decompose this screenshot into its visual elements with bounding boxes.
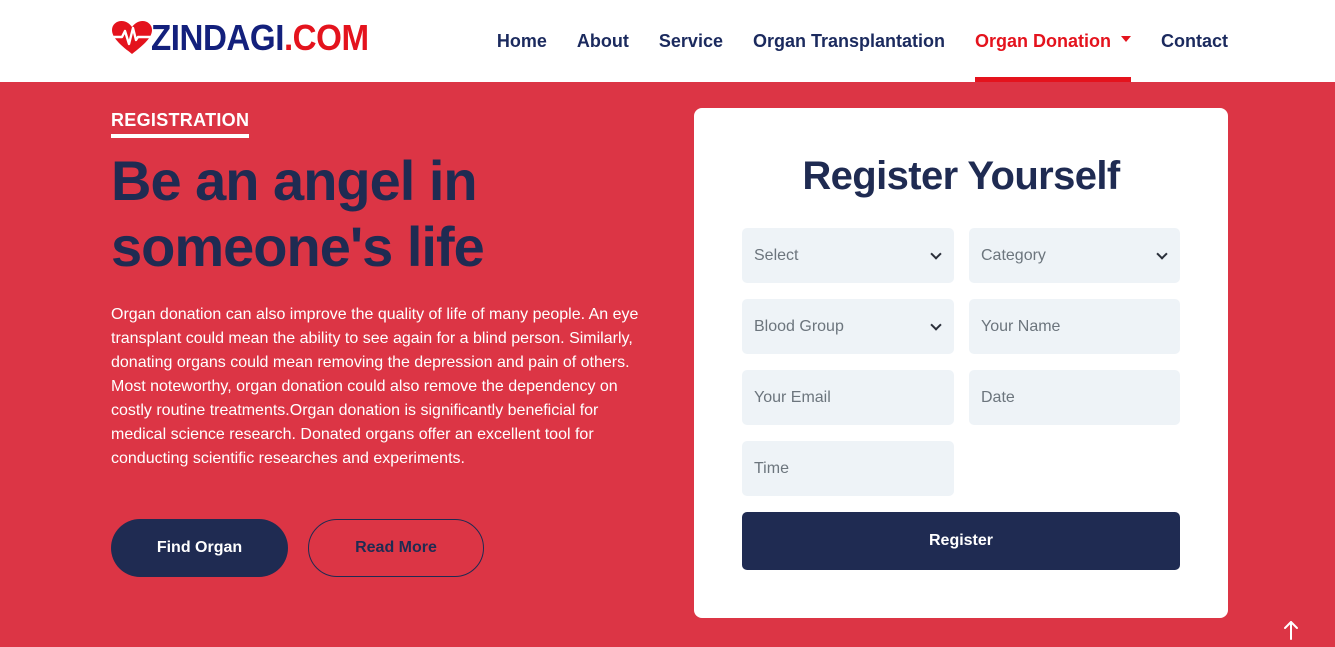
blood-group-dropdown[interactable]: Blood Group bbox=[742, 299, 954, 354]
hero-description: Organ donation can also improve the qual… bbox=[111, 306, 639, 467]
form-title: Register Yourself bbox=[802, 154, 1120, 198]
chevron-down-icon bbox=[1156, 248, 1168, 260]
main-nav: Home About Service Organ Transplantation… bbox=[467, 0, 1228, 82]
read-more-button[interactable]: Read More bbox=[308, 519, 484, 577]
nav-contact[interactable]: Contact bbox=[1161, 0, 1228, 82]
chevron-down-icon bbox=[930, 319, 942, 331]
chevron-down-icon bbox=[930, 248, 942, 260]
nav-service[interactable]: Service bbox=[659, 0, 723, 82]
select-value: Select bbox=[754, 246, 799, 264]
section-tag: REGISTRATION bbox=[111, 110, 250, 138]
arrow-up-icon[interactable] bbox=[1279, 618, 1303, 642]
brand-name-main: ZINDAGI bbox=[151, 17, 284, 58]
email-input[interactable]: Your Email bbox=[742, 370, 954, 425]
site-header: ZINDAGI.COM Home About Service Organ Tra… bbox=[0, 0, 1335, 82]
brand-name-suffix: .COM bbox=[283, 17, 369, 58]
nav-organ-donation[interactable]: Organ Donation bbox=[975, 0, 1131, 82]
nav-organ-transplantation[interactable]: Organ Transplantation bbox=[753, 0, 945, 82]
category-value: Category bbox=[981, 246, 1046, 264]
category-dropdown[interactable]: Category bbox=[969, 228, 1180, 283]
brand-logo[interactable]: ZINDAGI.COM bbox=[111, 18, 388, 58]
hero-headline: Be an angel in someone's life bbox=[111, 149, 485, 278]
nav-home[interactable]: Home bbox=[497, 0, 547, 82]
caret-down-icon bbox=[1121, 36, 1131, 42]
name-input[interactable]: Your Name bbox=[969, 299, 1180, 354]
time-input[interactable]: Time bbox=[742, 441, 954, 496]
registration-form-card: Register Yourself Select Category Blood … bbox=[694, 108, 1228, 618]
heart-pulse-icon bbox=[112, 21, 152, 54]
nav-organ-donation-label: Organ Donation bbox=[975, 30, 1111, 51]
nav-about[interactable]: About bbox=[577, 0, 629, 82]
select-dropdown[interactable]: Select bbox=[742, 228, 954, 283]
find-organ-button[interactable]: Find Organ bbox=[111, 519, 288, 577]
date-input[interactable]: Date bbox=[969, 370, 1180, 425]
brand-name: ZINDAGI.COM bbox=[151, 18, 369, 58]
hero-section: REGISTRATION Be an angel in someone's li… bbox=[0, 82, 1335, 647]
register-button[interactable]: Register bbox=[742, 512, 1180, 570]
blood-group-value: Blood Group bbox=[754, 317, 844, 335]
